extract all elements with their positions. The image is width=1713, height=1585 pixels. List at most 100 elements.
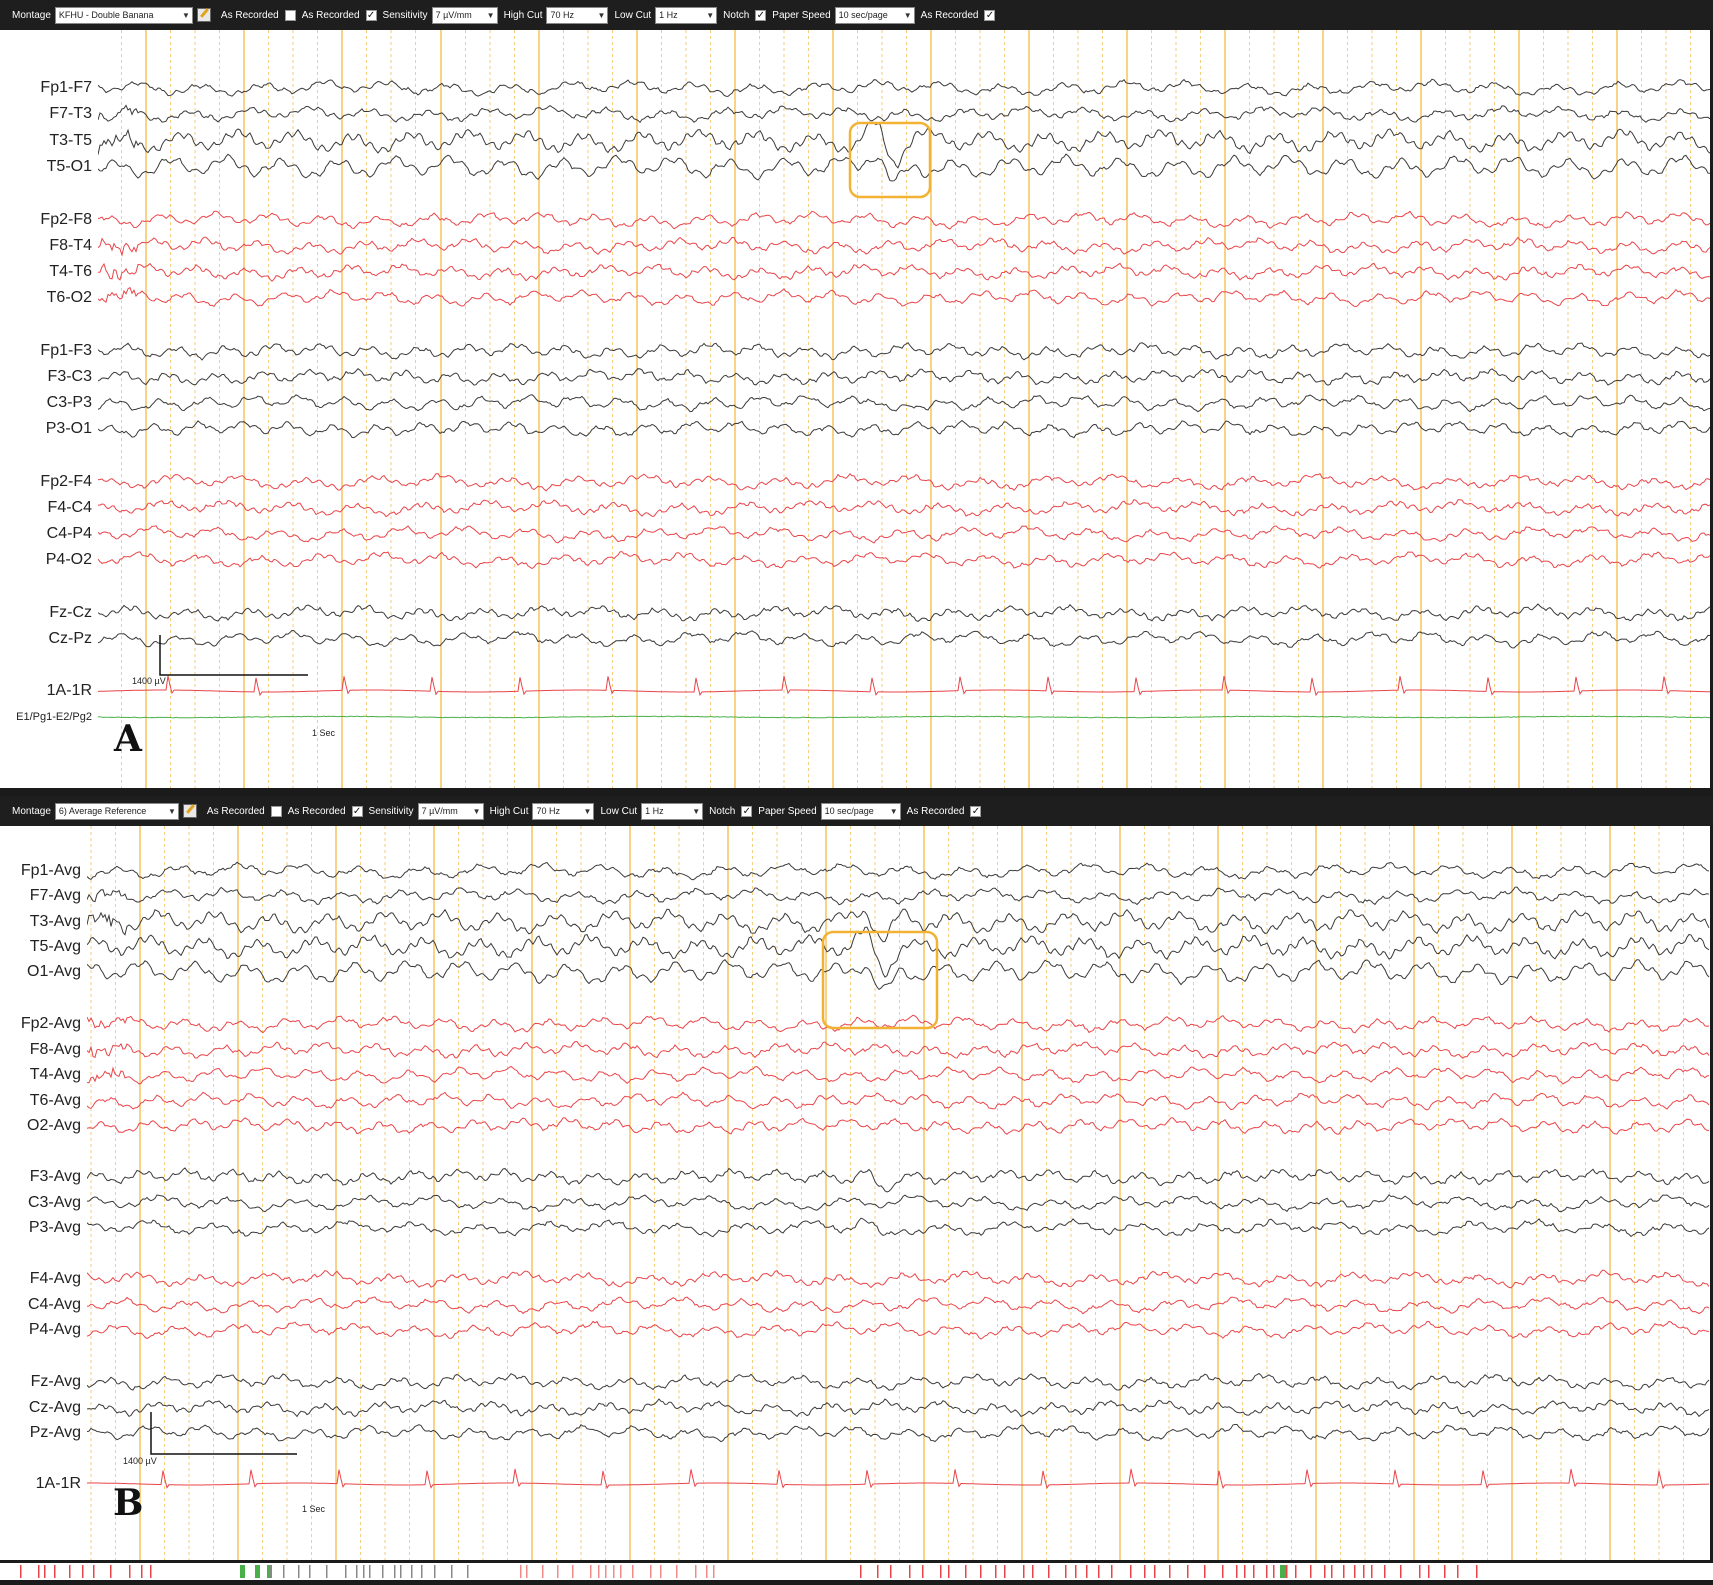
event-marker [1476,1565,1478,1578]
as-recorded-label: As Recorded [220,9,279,21]
paper-speed-select[interactable]: 10 sec/page ▼ [834,6,915,24]
as-recorded-checkbox-checked[interactable]: ✓ [984,9,996,21]
event-marker [467,1565,469,1578]
chevron-down-icon: ▼ [903,10,912,20]
edit-montage-icon[interactable] [182,804,197,818]
chevron-down-icon: ▼ [597,10,606,20]
event-marker [345,1565,347,1578]
channel-label[interactable]: O2-Avg [27,1117,81,1135]
channel-label[interactable]: 1A-1R [36,1475,81,1493]
as-recorded-checkbox-checked[interactable]: ✓ [351,805,363,817]
channel-trace [87,1091,1710,1111]
high-cut-select[interactable]: 70 Hz ▼ [532,802,595,820]
montage-label: Montage [12,9,51,21]
event-marker [283,1565,285,1578]
channel-label[interactable]: Fp2-F4 [40,473,92,491]
paper-speed-select[interactable]: 10 sec/page ▼ [820,802,901,820]
event-marker [421,1565,423,1578]
channel-label[interactable]: F7-Avg [30,887,81,905]
channel-label[interactable]: F8-Avg [30,1041,81,1059]
channel-label[interactable]: Fp1-F3 [40,342,92,360]
calibration-scale-bar [159,635,308,676]
low-cut-select[interactable]: 1 Hz ▼ [655,6,718,24]
channel-label[interactable]: P3-Avg [29,1219,81,1237]
channel-label[interactable]: T3-T5 [49,132,92,150]
sensitivity-select[interactable]: 7 µV/mm ▼ [417,802,484,820]
channel-label[interactable]: Fp2-F8 [40,211,92,229]
channel-trace [87,1040,1710,1059]
event-marker [890,1565,892,1578]
channel-label[interactable]: Fp2-Avg [21,1015,81,1033]
channel-label[interactable]: Pz-Avg [30,1424,81,1442]
channel-label[interactable]: T5-Avg [30,938,81,956]
channel-trace [87,1117,1710,1135]
event-marker [1419,1565,1421,1578]
channel-label[interactable]: 1A-1R [47,682,92,700]
event-marker [1286,1565,1288,1578]
eeg-trace-area[interactable]: 1400 µV 1 Sec B [87,826,1710,1560]
channel-label[interactable]: C4-P4 [47,525,92,543]
channel-label[interactable]: F4-C4 [48,499,92,517]
channel-trace [87,1014,1710,1034]
as-recorded-label: As Recorded [920,9,979,21]
low-cut-label: Low Cut [600,805,638,817]
channel-label[interactable]: Cz-Pz [48,630,92,648]
as-recorded-checkbox-checked[interactable]: ✓ [970,805,982,817]
event-marker [255,1565,260,1578]
event-marker [613,1565,615,1578]
event-timeline-bar[interactable] [0,1563,1713,1580]
event-markers-svg [20,1565,1478,1578]
channel-label[interactable]: F7-T3 [49,105,92,123]
montage-select[interactable]: KFHU - Double Banana ▼ [54,6,193,24]
event-marker [270,1565,272,1578]
montage-select[interactable]: 6) Average Reference ▼ [54,802,179,820]
channel-label[interactable]: C3-Avg [28,1194,81,1212]
eeg-trace-area[interactable]: 1400 µV 1 Sec A [98,30,1710,788]
notch-checkbox[interactable]: ✓ [741,805,753,817]
as-recorded-checkbox[interactable] [270,805,282,817]
edit-montage-icon[interactable] [196,8,211,22]
channel-trace [87,1320,1710,1340]
channel-trace [98,419,1710,439]
channel-label[interactable]: T4-T6 [49,263,92,281]
event-marker [1169,1565,1171,1578]
as-recorded-checkbox[interactable] [284,9,296,21]
channel-label[interactable]: Fp1-F7 [40,79,92,97]
event-marker [150,1565,152,1578]
high-cut-label: High Cut [503,9,543,21]
channel-label[interactable]: T3-Avg [30,913,81,931]
channel-label[interactable]: E1/Pg1-E2/Pg2 [16,711,92,723]
notch-checkbox[interactable]: ✓ [755,9,767,21]
channel-label[interactable]: F4-Avg [30,1270,81,1288]
channel-label[interactable]: O1-Avg [27,963,81,981]
channel-label[interactable]: C4-Avg [28,1296,81,1314]
low-cut-select[interactable]: 1 Hz ▼ [641,802,704,820]
channel-label[interactable]: Fz-Avg [31,1373,81,1391]
channel-label[interactable]: T6-O2 [47,289,92,307]
high-cut-select[interactable]: 70 Hz ▼ [546,6,609,24]
channel-trace [98,525,1710,544]
spike-highlight-box [848,121,932,199]
channel-label[interactable]: P3-O1 [46,420,92,438]
channel-trace [98,286,1710,308]
channel-label[interactable]: P4-O2 [46,551,92,569]
event-marker [69,1565,71,1578]
channel-label[interactable]: Fp1-Avg [21,862,81,880]
channel-label[interactable]: Cz-Avg [29,1399,81,1417]
channel-label[interactable]: F3-Avg [30,1168,81,1186]
channel-label[interactable]: T6-Avg [30,1092,81,1110]
sensitivity-select[interactable]: 7 µV/mm ▼ [431,6,498,24]
as-recorded-checkbox-checked[interactable]: ✓ [365,9,377,21]
channel-label[interactable]: F8-T4 [49,237,92,255]
event-marker [1004,1565,1006,1578]
channel-label[interactable]: T4-Avg [30,1066,81,1084]
channel-label[interactable]: C3-P3 [47,394,92,412]
channel-label[interactable]: Fz-Cz [49,604,92,622]
chevron-down-icon: ▼ [486,10,495,20]
channel-trace [87,1167,1710,1193]
spike-highlight-box [821,930,939,1030]
channel-label[interactable]: T5-O1 [47,158,92,176]
channel-label[interactable]: F3-C3 [48,368,92,386]
channel-label[interactable]: P4-Avg [29,1321,81,1339]
eeg-panel-b: Montage 6) Average Reference ▼ As Record… [0,796,1713,1562]
